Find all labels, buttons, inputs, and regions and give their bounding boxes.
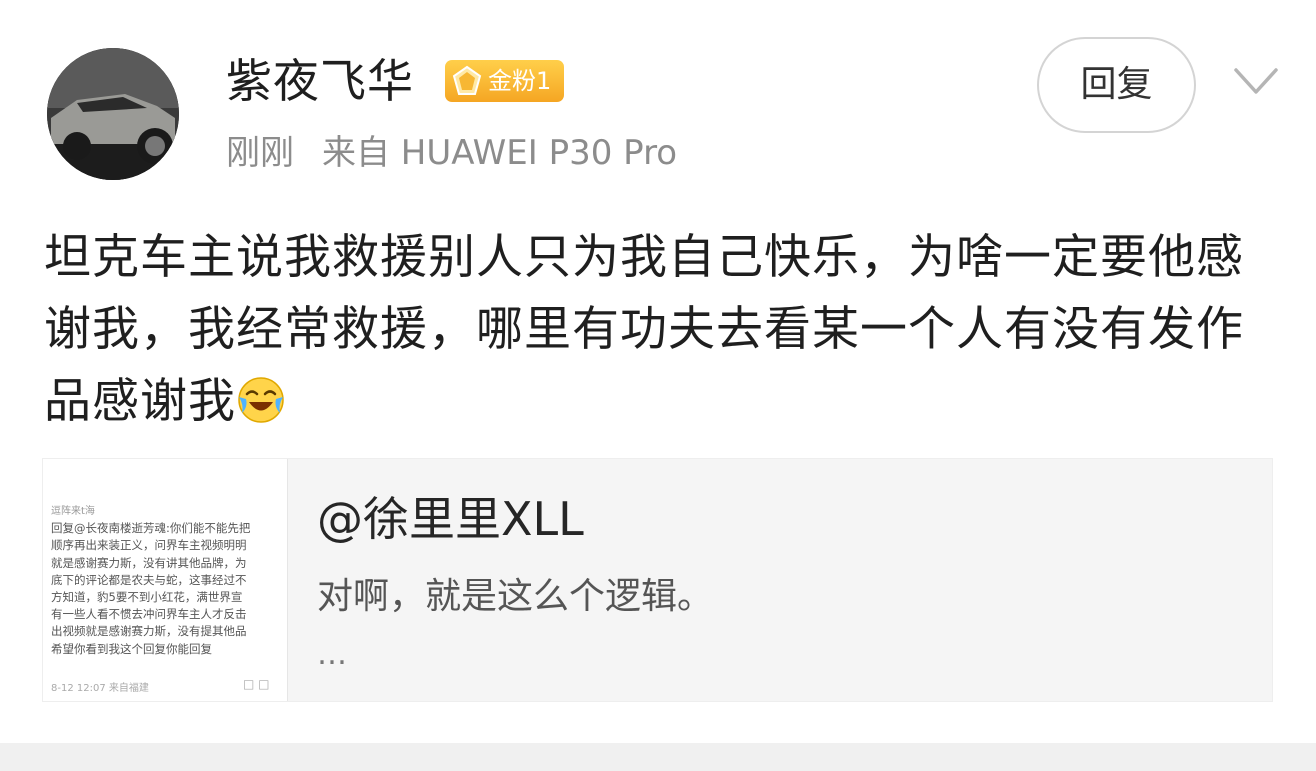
badge-label: 金粉1 [488, 67, 552, 95]
thumbnail-line: 底下的评论都是农夫与蛇，这事经过不 [51, 572, 247, 587]
reply-button[interactable]: 回复 [1037, 37, 1196, 133]
post-text: 坦克车主说我救援别人只为我自己快乐，为啥一定要他感谢我，我经常救援，哪里有功夫去… [44, 230, 1244, 429]
avatar[interactable] [47, 48, 179, 180]
post-time: 刚刚 [226, 133, 294, 173]
fan-badge[interactable]: 金粉1 [445, 60, 564, 102]
thumbnail-line: 有一些人看不惯去冲问界车主人才反击 [51, 607, 247, 622]
thumbnail-line: 就是感谢赛力斯，没有讲其他品牌，为 [51, 555, 247, 570]
thumbnail-line: 希望你看到我这个回复你能回复 [51, 641, 212, 656]
post-meta: 刚刚 来自 HUAWEI P30 Pro [226, 130, 677, 176]
quoted-comment-card[interactable]: 逗阵来t海 回复@长夜南楼逝芳魂:你们能不能先把 顺序再出来装正义，问界车主视频… [42, 458, 1273, 702]
post-source: 来自 HUAWEI P30 Pro [322, 133, 678, 173]
quoted-text: 对啊，就是这么个逻辑。 [317, 576, 714, 617]
thumbnail-line: 方知道，豹5要不到小红花，满世界宣 [51, 590, 243, 605]
quoted-thumbnail[interactable]: 逗阵来t海 回复@长夜南楼逝芳魂:你们能不能先把 顺序再出来装正义，问界车主视频… [43, 459, 288, 701]
laugh-cry-emoji-icon [238, 377, 284, 423]
thumbnail-share-icon: □ □ [243, 677, 270, 691]
thumbnail-footer: 8-12 12:07 来自福建 [51, 683, 149, 694]
thumbnail-line: 出视频就是感谢赛力斯，没有提其他品 [51, 624, 247, 639]
gold-fan-diamond-icon [452, 65, 482, 95]
username[interactable]: 紫夜飞华 [226, 52, 414, 110]
post-body: 坦克车主说我救援别人只为我自己快乐，为啥一定要他感谢我，我经常救援，哪里有功夫去… [44, 222, 1274, 438]
chevron-down-icon[interactable] [1232, 64, 1280, 98]
thumbnail-line: 回复@长夜南楼逝芳魂:你们能不能先把 [51, 521, 251, 536]
thumbnail-line: 顺序再出来装正义，问界车主视频明明 [51, 538, 247, 553]
thumbnail-text: 逗阵来t海 回复@长夜南楼逝芳魂:你们能不能先把 顺序再出来装正义，问界车主视频… [43, 459, 287, 658]
quoted-ellipsis: … [317, 637, 351, 672]
quoted-username[interactable]: @徐里里XLL [317, 489, 584, 549]
bottom-divider [0, 743, 1316, 771]
thumbnail-username: 逗阵来t海 [51, 506, 95, 517]
avatar-car-image [47, 48, 179, 180]
